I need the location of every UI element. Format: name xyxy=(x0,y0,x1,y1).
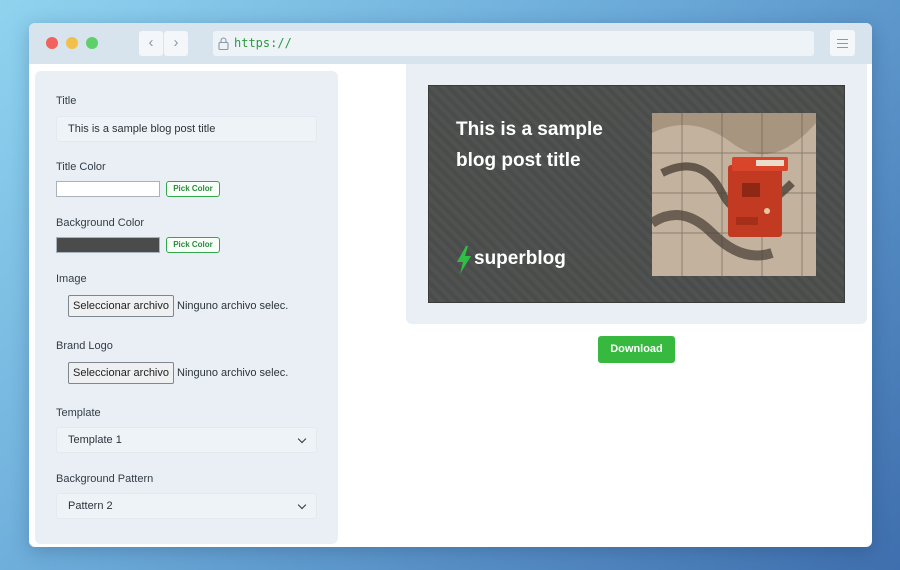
image-file-input[interactable]: Seleccionar archivo Ninguno archivo selec… xyxy=(56,293,317,319)
brand-logo-choose-file-button[interactable]: Seleccionar archivo xyxy=(68,362,174,384)
chevron-down-icon xyxy=(297,434,307,444)
brand-logo-file-status: Ninguno archivo selec. xyxy=(177,367,289,379)
title-color-pick-button[interactable]: Pick Color xyxy=(166,181,220,197)
preview-container: This is a sample blog post title superbl… xyxy=(406,64,867,324)
url-text: https:// xyxy=(234,36,292,50)
template-select[interactable]: Template 1 xyxy=(56,427,317,453)
preview-image xyxy=(652,113,816,276)
back-button[interactable]: ‹ xyxy=(139,31,163,56)
template-label: Template xyxy=(56,407,101,419)
title-label: Title xyxy=(56,95,77,107)
image-choose-file-button[interactable]: Seleccionar archivo xyxy=(68,295,174,317)
image-label: Image xyxy=(56,273,87,285)
background-pattern-label: Background Pattern xyxy=(56,473,154,485)
title-color-swatch[interactable] xyxy=(56,181,160,197)
chevron-right-icon: › xyxy=(173,34,179,51)
image-file-status: Ninguno archivo selec. xyxy=(177,300,289,312)
brand-logo-label: Brand Logo xyxy=(56,340,113,352)
title-input[interactable]: This is a sample blog post title xyxy=(56,116,317,142)
close-window-button[interactable] xyxy=(46,37,58,49)
editor-panel: Title This is a sample blog post title T… xyxy=(35,71,338,544)
background-color-label: Background Color xyxy=(56,217,145,229)
download-button[interactable]: Download xyxy=(598,336,675,363)
photo-red-box-illustration xyxy=(652,113,816,276)
lightning-bolt-icon xyxy=(457,246,471,274)
forward-button[interactable]: › xyxy=(164,31,188,56)
lock-icon xyxy=(218,37,229,50)
maximize-window-button[interactable] xyxy=(86,37,98,49)
brand-name: superblog xyxy=(474,248,566,269)
template-selected-value: Template 1 xyxy=(68,434,122,446)
background-pattern-select[interactable]: Pattern 2 xyxy=(56,493,317,519)
browser-titlebar: ‹ › https:// xyxy=(29,23,872,64)
preview-title: This is a sample blog post title xyxy=(456,119,603,171)
brand-logo-file-input[interactable]: Seleccionar archivo Ninguno archivo selec… xyxy=(56,360,317,386)
chevron-left-icon: ‹ xyxy=(148,34,154,51)
settings-menu-button[interactable] xyxy=(830,30,855,56)
background-pattern-selected-value: Pattern 2 xyxy=(68,500,113,512)
minimize-window-button[interactable] xyxy=(66,37,78,49)
blog-card-preview: This is a sample blog post title superbl… xyxy=(428,85,845,303)
chevron-down-icon xyxy=(297,500,307,510)
background-color-pick-button[interactable]: Pick Color xyxy=(166,237,220,253)
title-color-label: Title Color xyxy=(56,161,106,173)
background-color-swatch[interactable] xyxy=(56,237,160,253)
address-bar[interactable]: https:// xyxy=(213,31,814,56)
browser-window: ‹ › https:// Title This is a sample blog… xyxy=(29,23,872,547)
